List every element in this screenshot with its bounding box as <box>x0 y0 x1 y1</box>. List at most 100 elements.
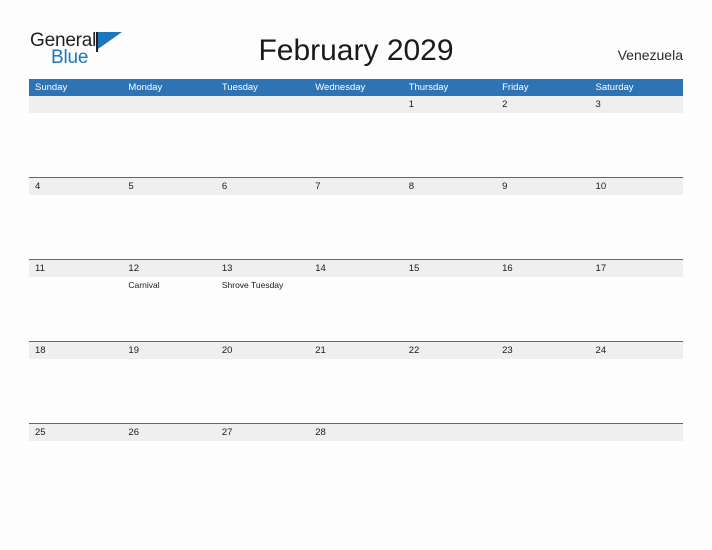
day-number[interactable]: 19 <box>122 342 215 359</box>
page-title: February 2029 <box>258 34 454 67</box>
day-cell[interactable] <box>29 277 122 341</box>
day-number[interactable]: 22 <box>403 342 496 359</box>
day-number[interactable]: 12 <box>122 260 215 277</box>
day-cell[interactable]: Carnival <box>122 277 215 341</box>
day-cell[interactable] <box>122 441 215 505</box>
day-number[interactable]: 26 <box>122 424 215 441</box>
day-cell[interactable] <box>29 195 122 259</box>
day-cell[interactable] <box>29 441 122 505</box>
day-number[interactable]: 24 <box>590 342 683 359</box>
day-cell[interactable] <box>29 359 122 423</box>
calendar-week-row: 4 5 6 7 8 9 10 <box>29 177 683 259</box>
calendar-week-row: 1 2 3 <box>29 96 683 177</box>
day-number[interactable]: 20 <box>216 342 309 359</box>
day-cell[interactable] <box>309 359 402 423</box>
week-date-band: 4 5 6 7 8 9 10 <box>29 178 683 195</box>
day-cell[interactable] <box>216 113 309 177</box>
day-number[interactable]: 5 <box>122 178 215 195</box>
day-number[interactable]: 1 <box>403 96 496 113</box>
day-number[interactable] <box>590 424 683 441</box>
day-event-label: Shrove Tuesday <box>221 280 284 290</box>
day-cell[interactable] <box>590 441 683 505</box>
week-date-band: 11 12 13 14 15 16 17 <box>29 260 683 277</box>
day-cell[interactable] <box>309 277 402 341</box>
weekday-header-tuesday: Tuesday <box>221 82 258 93</box>
day-number[interactable] <box>403 424 496 441</box>
day-number[interactable]: 7 <box>309 178 402 195</box>
day-cell[interactable] <box>403 441 496 505</box>
day-number[interactable]: 17 <box>590 260 683 277</box>
day-number[interactable]: 14 <box>309 260 402 277</box>
day-cell[interactable] <box>403 195 496 259</box>
day-number[interactable]: 8 <box>403 178 496 195</box>
day-number[interactable]: 25 <box>29 424 122 441</box>
day-number[interactable]: 9 <box>496 178 589 195</box>
location-label: Venezuela <box>617 47 683 63</box>
calendar-table: Sunday Monday Tuesday Wednesday Thursday… <box>29 79 683 505</box>
day-number[interactable] <box>122 96 215 113</box>
day-cell[interactable] <box>590 113 683 177</box>
day-number[interactable] <box>29 96 122 113</box>
day-cell[interactable] <box>309 113 402 177</box>
day-number[interactable]: 2 <box>496 96 589 113</box>
weekday-header-friday: Friday <box>502 82 529 93</box>
weekday-header-monday: Monday <box>128 82 163 93</box>
day-number[interactable] <box>309 96 402 113</box>
day-cell[interactable] <box>403 113 496 177</box>
day-number[interactable]: 16 <box>496 260 589 277</box>
week-event-band <box>29 113 683 177</box>
day-cell[interactable] <box>496 195 589 259</box>
day-cell[interactable] <box>216 195 309 259</box>
day-cell[interactable] <box>403 359 496 423</box>
day-number[interactable]: 28 <box>309 424 402 441</box>
day-number[interactable]: 27 <box>216 424 309 441</box>
week-event-band: Carnival Shrove Tuesday <box>29 277 683 341</box>
week-date-band: 18 19 20 21 22 23 24 <box>29 342 683 359</box>
day-number[interactable]: 18 <box>29 342 122 359</box>
week-date-band: 25 26 27 28 <box>29 424 683 441</box>
day-number[interactable]: 3 <box>590 96 683 113</box>
day-number[interactable]: 6 <box>216 178 309 195</box>
day-cell[interactable] <box>122 359 215 423</box>
day-number[interactable]: 4 <box>29 178 122 195</box>
day-number[interactable]: 23 <box>496 342 589 359</box>
week-event-band <box>29 359 683 423</box>
weekday-header-saturday: Saturday <box>595 82 634 93</box>
day-cell[interactable] <box>309 441 402 505</box>
day-cell[interactable] <box>590 195 683 259</box>
day-cell[interactable] <box>590 277 683 341</box>
day-cell[interactable] <box>122 195 215 259</box>
day-cell[interactable] <box>496 277 589 341</box>
weekday-header-wednesday: Wednesday <box>315 82 366 93</box>
day-cell[interactable] <box>29 113 122 177</box>
weekday-header-thursday: Thursday <box>408 82 449 93</box>
day-cell[interactable] <box>496 441 589 505</box>
day-number[interactable] <box>496 424 589 441</box>
calendar-week-row: 18 19 20 21 22 23 24 <box>29 341 683 423</box>
page-header: General Blue February 2029 Venezuela <box>0 0 712 78</box>
day-cell[interactable] <box>496 359 589 423</box>
day-number[interactable]: 21 <box>309 342 402 359</box>
day-cell[interactable] <box>496 113 589 177</box>
week-event-band <box>29 195 683 259</box>
day-number[interactable]: 15 <box>403 260 496 277</box>
day-cell[interactable] <box>590 359 683 423</box>
day-cell[interactable] <box>403 277 496 341</box>
day-event-label: Carnival <box>128 280 160 290</box>
weekday-header-sunday: Sunday <box>35 82 68 93</box>
calendar-week-row: 11 12 13 14 15 16 17 Carnival Shrove Tue… <box>29 259 683 341</box>
week-event-band <box>29 441 683 505</box>
day-cell[interactable]: Shrove Tuesday <box>216 277 309 341</box>
calendar-week-row: 25 26 27 28 <box>29 423 683 505</box>
day-cell[interactable] <box>216 441 309 505</box>
day-cell[interactable] <box>216 359 309 423</box>
weekday-header-row: Sunday Monday Tuesday Wednesday Thursday… <box>29 79 683 96</box>
day-cell[interactable] <box>309 195 402 259</box>
day-number[interactable] <box>216 96 309 113</box>
calendar-page: General Blue February 2029 Venezuela Sun… <box>0 0 712 550</box>
day-number[interactable]: 13 <box>216 260 309 277</box>
day-number[interactable]: 10 <box>590 178 683 195</box>
week-date-band: 1 2 3 <box>29 96 683 113</box>
day-cell[interactable] <box>122 113 215 177</box>
day-number[interactable]: 11 <box>29 260 122 277</box>
